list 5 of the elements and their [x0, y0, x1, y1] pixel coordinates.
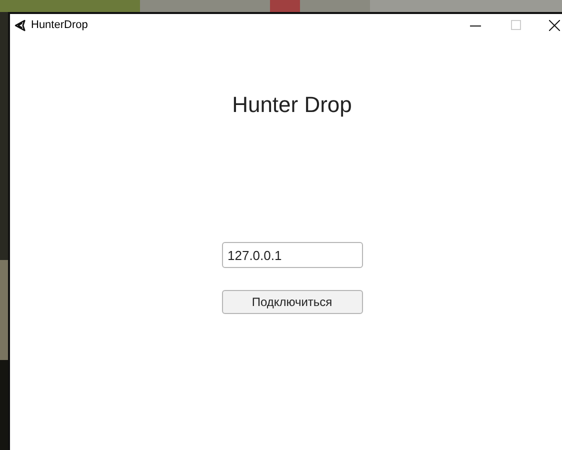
app-heading: Hunter Drop: [232, 91, 352, 119]
close-icon[interactable]: [549, 20, 560, 30]
address-field[interactable]: 127.0.0.1: [222, 242, 362, 268]
window-title: HunterDrop: [31, 18, 88, 33]
connect-button[interactable]: Подключиться: [222, 290, 362, 314]
